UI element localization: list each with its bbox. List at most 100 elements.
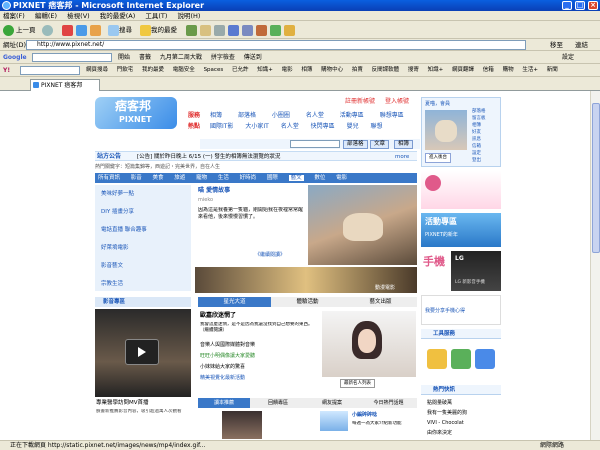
favorites-button[interactable]: 我的最愛 <box>140 23 177 37</box>
user-link[interactable]: 好友 <box>472 129 500 136</box>
search-button[interactable]: 搜尋 <box>108 23 132 37</box>
mid-tab[interactable]: 藝文出版 <box>344 297 417 307</box>
close-button[interactable]: × <box>588 1 598 10</box>
mv-video-player[interactable] <box>95 309 191 397</box>
bottom-tab[interactable]: 今日熱門話題 <box>360 398 417 408</box>
user-link[interactable]: 留言板 <box>472 115 500 122</box>
yahoo-item[interactable]: 購物中心 <box>321 67 343 73</box>
nav-item[interactable]: 部落格 <box>238 112 256 119</box>
hot-keywords[interactable]: 熱門關鍵字：短篇集錦等，西遊記・完美世界，自在人生 <box>95 163 220 171</box>
cat-tab[interactable]: 電影 <box>336 175 347 181</box>
nav-item[interactable]: 聯想 <box>371 123 383 130</box>
menu-file[interactable]: 檔案(F) <box>3 12 25 20</box>
menu-tools[interactable]: 工具(T) <box>145 12 167 20</box>
feature-author[interactable]: mieko <box>198 196 213 204</box>
mail-button[interactable] <box>200 23 211 37</box>
pixnet-logo[interactable]: 痞客邦 PIXNET <box>95 97 177 129</box>
bottom-tab-active[interactable]: 讀本推薦 <box>198 398 250 408</box>
nav-item[interactable]: 快閃專區 <box>311 123 335 130</box>
feature-film-strip[interactable]: 動漫電影 <box>195 267 417 293</box>
scrollbar-thumb[interactable] <box>592 103 600 253</box>
bottom-tab[interactable]: 回饋專區 <box>252 398 304 408</box>
yahoo-item[interactable]: 拍賣 <box>352 67 363 73</box>
ad-lg-phone[interactable]: LG LG 新影音手機 <box>451 251 501 291</box>
yahoo-item[interactable]: 電影 <box>282 67 293 73</box>
bottom-thumb-photo[interactable] <box>320 411 348 431</box>
google-item-start[interactable]: 開始 <box>118 54 130 61</box>
bottom-right-title[interactable]: 小編碎碎唸 <box>352 411 377 419</box>
user-link[interactable]: 登出 <box>472 157 500 164</box>
mid-link[interactable]: 音樂人與國際媒體對音樂 <box>200 341 255 349</box>
yahoo-item[interactable]: 已允許 <box>232 67 249 73</box>
nav-item[interactable]: 相簿 <box>210 112 222 119</box>
cat-tab[interactable]: 寵物 <box>196 175 207 181</box>
ad-share[interactable]: 我要分享手機心得 <box>421 295 501 325</box>
feature-more-link[interactable]: 《繼續閱讀》 <box>255 251 285 259</box>
cat-tab[interactable]: 旅遊 <box>174 175 185 181</box>
extra-button[interactable] <box>284 23 295 37</box>
google-item-news[interactable]: 九月第二周大戰 <box>160 54 202 61</box>
google-search-input[interactable] <box>32 53 112 62</box>
forward-button[interactable] <box>42 23 55 37</box>
history-button[interactable] <box>186 23 197 37</box>
tool-icon[interactable] <box>427 349 447 369</box>
yahoo-search-input[interactable] <box>20 66 80 75</box>
list-item[interactable]: 美味好夢一點 <box>101 190 134 198</box>
feature-title[interactable]: 喵 愛情故事 <box>198 187 230 195</box>
cat-tab[interactable]: 國際 <box>267 175 278 181</box>
user-avatar[interactable] <box>425 110 467 150</box>
tool-icon[interactable] <box>451 349 471 369</box>
quick-item[interactable]: 由你來決定 <box>427 429 452 437</box>
nav-item[interactable]: 大小家IT <box>245 123 268 130</box>
list-item[interactable]: 電話直播 聯合趣事 <box>101 226 147 234</box>
bottom-person-photo[interactable] <box>222 411 262 439</box>
discuss-button[interactable] <box>242 23 253 37</box>
google-item-bookmarks[interactable]: 書籤 <box>139 54 151 61</box>
cat-tab[interactable]: 生活 <box>218 175 229 181</box>
yahoo-item[interactable]: 門飲宅 <box>117 67 134 73</box>
cat-tab[interactable]: 好時尚 <box>240 175 257 181</box>
address-input[interactable]: http://www.pixnet.net/ <box>26 40 526 50</box>
user-link[interactable]: 信箱 <box>472 143 500 150</box>
tool-icon[interactable] <box>475 349 495 369</box>
yahoo-item[interactable]: 生活+ <box>522 67 538 73</box>
cat-tab[interactable]: 所有資訊 <box>98 175 120 181</box>
announce-text[interactable]: [公告] 關於昨日晚上 6/15 (一) 發生的相簿無法瀏覽的狀況 <box>137 153 280 161</box>
quick-item[interactable]: VIVI - Chocolat <box>427 419 464 427</box>
menu-edit[interactable]: 編輯(E) <box>35 12 57 20</box>
ad-pink-text[interactable]: 手機 <box>421 251 449 291</box>
mid-link[interactable]: 小妹妹給大家的驚喜 <box>200 363 245 371</box>
yahoo-item[interactable]: 電腦安全 <box>173 67 195 73</box>
mid-portrait-photo[interactable] <box>322 311 416 377</box>
go-button[interactable]: 移至 <box>550 40 563 50</box>
cat-tab-active[interactable]: 藝文 <box>288 175 304 181</box>
nav-item[interactable]: 聯想專區 <box>380 112 404 119</box>
list-item[interactable]: 影音藝文 <box>101 262 123 270</box>
refresh-button[interactable] <box>76 23 87 37</box>
yahoo-item[interactable]: 購物 <box>503 67 514 73</box>
list-item[interactable]: 好萊塢電影 <box>101 244 129 252</box>
mid-title[interactable]: 歐嘉欣迷惘了 <box>200 312 236 320</box>
nav-item[interactable]: 名人堂 <box>306 112 324 119</box>
stop-button[interactable] <box>62 23 73 37</box>
yahoo-item[interactable]: 信箱 <box>483 67 494 73</box>
back-button[interactable]: 上一頁 <box>3 23 36 37</box>
register-link[interactable]: 註冊新帳號 <box>345 98 375 105</box>
yahoo-item[interactable]: 知識+ <box>428 67 444 73</box>
feature-photo-cat[interactable] <box>308 185 417 265</box>
nav-item[interactable]: 活動專區 <box>340 112 364 119</box>
yahoo-item[interactable]: 相簿 <box>301 67 312 73</box>
nav-item[interactable]: 嬰兒 <box>347 123 359 130</box>
nav-item[interactable]: 小圈圈 <box>272 112 290 119</box>
user-link[interactable]: 訊息 <box>472 136 500 143</box>
quick-item[interactable]: 我有一隻美麗的狗 <box>427 409 467 417</box>
user-link[interactable]: 部落格 <box>472 108 500 115</box>
user-link[interactable]: 相簿 <box>472 122 500 129</box>
research-button[interactable] <box>256 23 267 37</box>
cat-tab[interactable]: 數位 <box>314 175 325 181</box>
user-link[interactable]: 設定 <box>472 150 500 157</box>
search-album-button[interactable]: 相簿 <box>394 140 414 149</box>
tab-pixnet[interactable]: PIXNET 痞客邦 <box>30 79 100 91</box>
enter-backend-button[interactable]: 進入後台 <box>425 153 451 163</box>
yahoo-item[interactable]: 新聞 <box>547 67 558 73</box>
